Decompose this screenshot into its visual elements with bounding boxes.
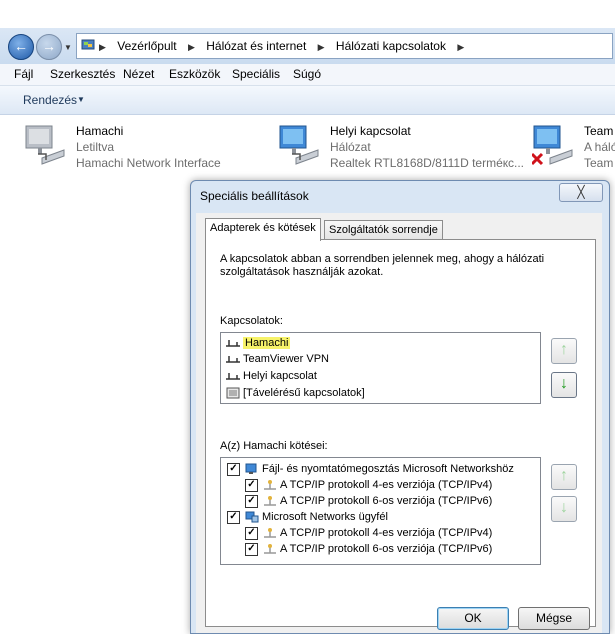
bindings-label: A(z) Hamachi kötései: (220, 440, 328, 452)
binding-item[interactable]: ✓ A TCP/IP protokoll 4-es verziója (TCP/I… (245, 525, 492, 541)
description-text: A kapcsolatok abban a sorrendben jelenne… (220, 253, 545, 278)
connection-status: Hálózat (330, 140, 371, 154)
network-adapter-icon (25, 125, 65, 165)
protocol-icon (264, 480, 276, 490)
menu-advanced[interactable]: Speciális (232, 67, 280, 81)
connections-label: Kapcsolatok: (220, 315, 283, 327)
menu-file[interactable]: Fájl (14, 67, 33, 81)
binding-item[interactable]: ✓ A TCP/IP protokoll 6-os verziója (TCP/I… (245, 541, 492, 557)
menu-bar: Fájl Szerkesztés Nézet Eszközök Speciáli… (0, 64, 615, 86)
network-adapter-icon (532, 125, 573, 166)
checkbox[interactable]: ✓ (245, 478, 258, 492)
chevron-down-icon: ▼ (77, 95, 85, 104)
binding-move-down-button[interactable]: ↓ (551, 496, 577, 522)
binding-item[interactable]: ✓ A TCP/IP protokoll 4-es verziója (TCP/I… (245, 477, 492, 493)
breadcrumb-item-control-panel[interactable]: Vezérlőpult (117, 39, 176, 53)
advanced-settings-dialog: Speciális beállítások ╳ Adapterek és köt… (190, 180, 610, 634)
connection-device: Team (584, 156, 614, 170)
dialup-connections-icon (226, 387, 240, 399)
list-item[interactable]: TeamViewer VPN (225, 351, 329, 367)
breadcrumb-item-network-connections[interactable]: Hálózati kapcsolatok (336, 39, 446, 53)
protocol-icon (264, 496, 276, 506)
protocol-icon (264, 528, 276, 538)
connection-name: Hamachi (76, 124, 124, 138)
tab-panel: A kapcsolatok abban a sorrendben jelenne… (205, 239, 596, 627)
bindings-list[interactable]: ✓ Fájl- és nyomtatómegosztás Microsoft Ne… (220, 457, 541, 565)
binding-item[interactable]: ✓ Fájl- és nyomtatómegosztás Microsoft Ne… (227, 461, 514, 477)
list-item[interactable]: Helyi kapcsolat (225, 368, 317, 384)
tab-provider-order[interactable]: Szolgáltatók sorrendje (324, 220, 443, 240)
history-dropdown-icon[interactable]: ▼ (64, 43, 72, 52)
list-item[interactable]: Hamachi (225, 335, 291, 351)
command-bar: Rendezés ▼ (0, 86, 615, 115)
list-item[interactable]: [Távelérésű kapcsolatok] (225, 385, 365, 401)
network-connection-icon (226, 356, 240, 363)
network-client-icon (245, 511, 259, 523)
file-printer-sharing-icon (245, 463, 257, 475)
binding-item[interactable]: ✓ Microsoft Networks ügyfél (227, 509, 388, 525)
connection-name: Team (584, 124, 614, 138)
breadcrumb-item-network-internet[interactable]: Hálózat és internet (206, 39, 306, 53)
dialog-body: Adapterek és kötések Szolgáltatók sorren… (196, 213, 602, 633)
network-connection-icon (226, 340, 240, 347)
tab-adapters-bindings[interactable]: Adapterek és kötések (205, 218, 321, 241)
back-button[interactable]: ← (8, 34, 34, 60)
breadcrumb[interactable]: ▶ Vezérlőpult ▶ Hálózat és internet ▶ Há… (76, 33, 613, 59)
checkbox[interactable]: ✓ (227, 462, 240, 476)
move-down-button[interactable]: ↓ (551, 372, 577, 398)
binding-move-up-button[interactable]: ↑ (551, 464, 577, 490)
binding-item[interactable]: ✓ A TCP/IP protokoll 6-os verziója (TCP/I… (245, 493, 492, 509)
checkbox[interactable]: ✓ (227, 510, 240, 524)
menu-help[interactable]: Súgó (293, 67, 321, 81)
dialog-title: Speciális beállítások (200, 189, 309, 203)
checkbox[interactable]: ✓ (245, 542, 258, 556)
connection-device: Hamachi Network Interface (76, 156, 221, 170)
connections-list[interactable]: Hamachi TeamViewer VPN Helyi kapcsolat [… (220, 332, 541, 404)
connection-status: Letiltva (76, 140, 115, 154)
checkbox[interactable]: ✓ (245, 526, 258, 540)
menu-tools[interactable]: Eszközök (169, 67, 220, 81)
cancel-button[interactable]: Mégse (518, 607, 590, 630)
menu-view[interactable]: Nézet (123, 67, 154, 81)
network-adapter-icon (279, 125, 319, 165)
connection-name: Helyi kapcsolat (330, 124, 411, 138)
organize-button[interactable]: Rendezés (23, 93, 77, 107)
control-panel-icon (81, 39, 95, 50)
forward-button[interactable]: → (36, 34, 62, 60)
close-button[interactable]: ╳ (559, 183, 603, 202)
network-connection-icon (226, 373, 240, 380)
connection-status: A háló (584, 140, 615, 154)
connection-device: Realtek RTL8168D/8111D terméкc... (330, 156, 525, 170)
move-up-button[interactable]: ↑ (551, 338, 577, 364)
protocol-icon (264, 544, 276, 554)
address-bar: ← → ▼ ▶ Vezérlőpult ▶ Hálózat és interne… (0, 28, 615, 64)
menu-edit[interactable]: Szerkesztés (50, 67, 115, 81)
ok-button[interactable]: OK (437, 607, 509, 630)
checkbox[interactable]: ✓ (245, 494, 258, 508)
